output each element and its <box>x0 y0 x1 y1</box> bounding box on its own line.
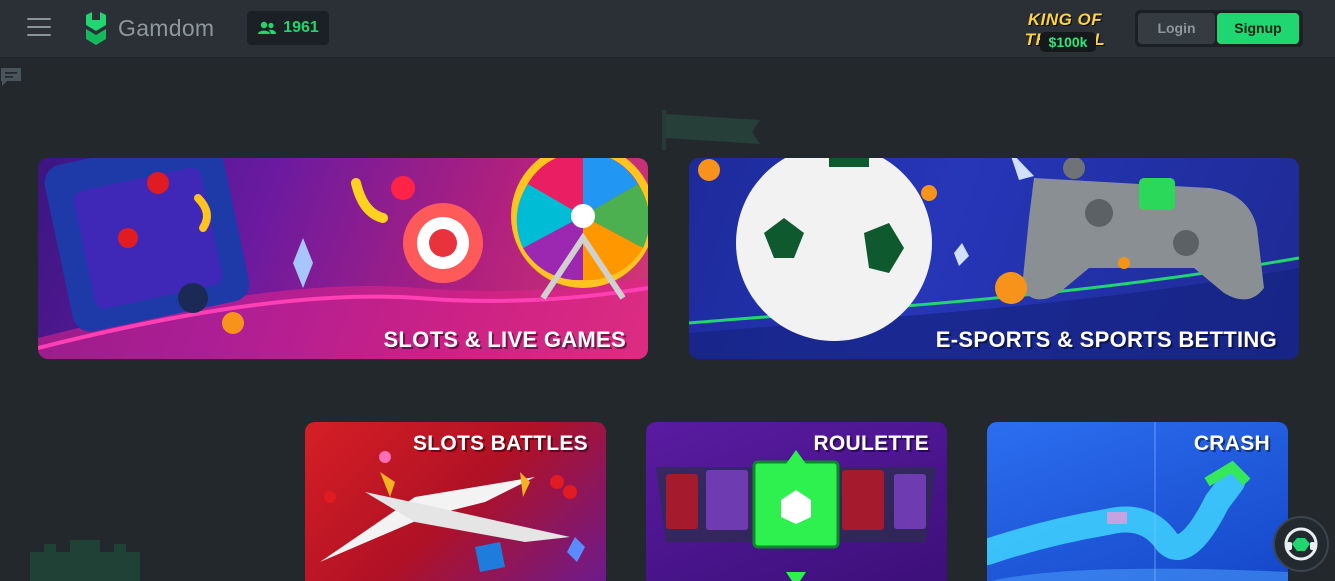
brand-logo[interactable]: Gamdom <box>82 10 214 46</box>
slots-live-games-card[interactable]: SLOTS & LIVE GAMES <box>38 158 648 359</box>
support-icon <box>1284 527 1318 561</box>
top-header: Gamdom 1961 KING OF THE HILL $100k Login… <box>0 0 1335 58</box>
king-of-the-hill-promo[interactable]: KING OF THE HILL $100k <box>1008 4 1122 54</box>
slots-battles-card[interactable]: SLOTS BATTLES <box>305 422 606 581</box>
esports-betting-title: E-SPORTS & SPORTS BETTING <box>935 327 1277 352</box>
users-icon <box>258 21 277 34</box>
promo-prize: $100k <box>1040 32 1096 52</box>
login-button[interactable]: Login <box>1138 13 1215 44</box>
menu-icon[interactable] <box>27 18 51 38</box>
signup-button[interactable]: Signup <box>1217 13 1299 44</box>
auth-buttons: Login Signup <box>1135 10 1303 47</box>
online-users-badge[interactable]: 1961 <box>247 11 329 45</box>
support-chat-button[interactable] <box>1273 516 1329 572</box>
crash-card[interactable]: CRASH <box>987 422 1288 581</box>
chat-icon[interactable] <box>0 66 22 88</box>
flag-decoration <box>662 110 760 150</box>
crash-title: CRASH <box>1193 432 1270 455</box>
slots-live-games-title: SLOTS & LIVE GAMES <box>383 327 626 352</box>
castle-decoration <box>30 540 140 581</box>
gamdom-logo-icon <box>86 12 106 45</box>
brand-name: Gamdom <box>118 14 215 41</box>
roulette-card[interactable]: ROULETTE <box>646 422 947 581</box>
slots-battles-title: SLOTS BATTLES <box>412 432 588 455</box>
online-count: 1961 <box>283 19 319 36</box>
roulette-title: ROULETTE <box>813 432 929 455</box>
esports-betting-card[interactable]: E-SPORTS & SPORTS BETTING <box>689 158 1299 359</box>
